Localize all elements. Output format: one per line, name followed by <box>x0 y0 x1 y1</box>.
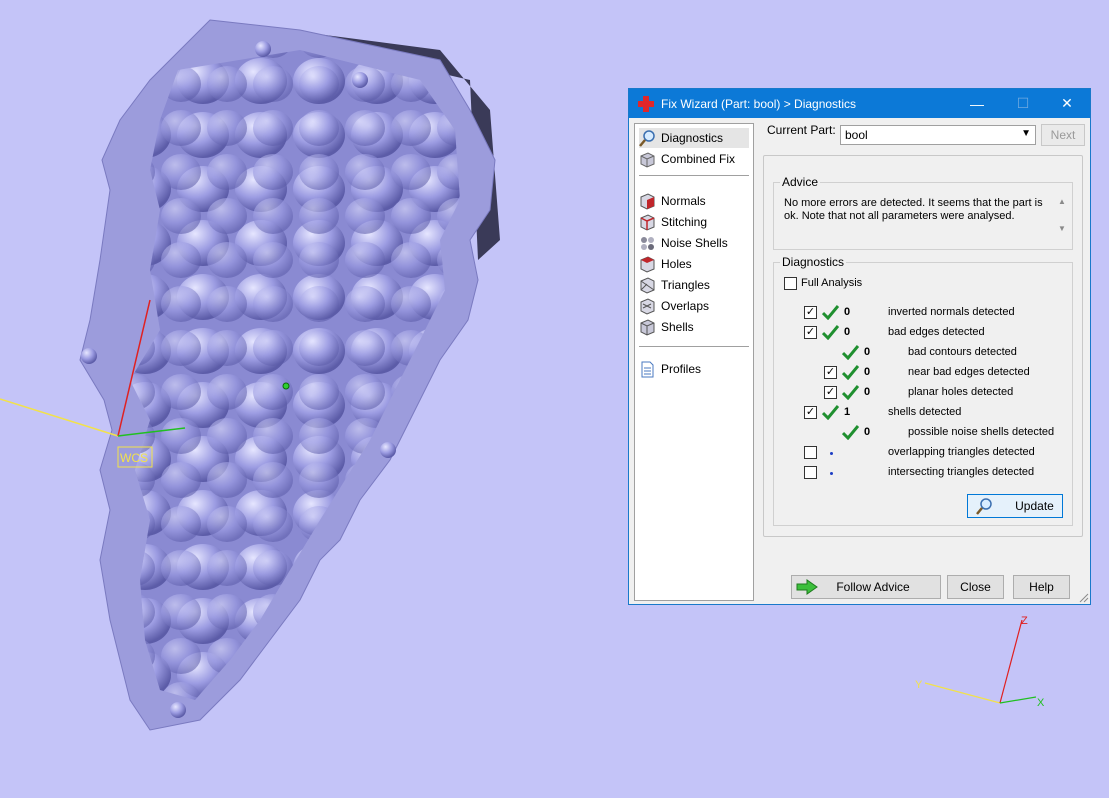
intersecting-triangles-label: intersecting triangles detected <box>888 466 1035 478</box>
nav-item-label: Normals <box>661 194 706 208</box>
close-button[interactable]: Close <box>947 575 1004 599</box>
inverted-normals-label: inverted normals detected <box>888 306 1015 318</box>
pending-dot-icon <box>830 452 833 455</box>
advice-text: No more errors are detected. It seems th… <box>784 197 1043 222</box>
bad-contours-label: bad contours detected <box>908 346 1017 358</box>
nav-item-noise-shells[interactable]: Noise Shells <box>639 233 749 253</box>
nav-item-label: Holes <box>661 257 692 271</box>
chevron-down-icon: ▼ <box>1021 128 1031 139</box>
close-window-button[interactable]: ✕ <box>1044 89 1090 118</box>
noise-shells-label: possible noise shells detected <box>908 426 1055 438</box>
nav-item-label: Shells <box>661 320 694 334</box>
current-part-select[interactable]: bool ▼ <box>840 125 1036 145</box>
check-icon <box>842 365 859 380</box>
update-button[interactable]: Update <box>967 494 1063 518</box>
nav-item-shells[interactable]: Shells <box>639 317 749 337</box>
red-cross-icon <box>638 95 654 112</box>
check-icon <box>842 345 859 360</box>
axis-y-label: Y <box>915 679 923 691</box>
inverted-normals-count: 0 <box>844 306 851 318</box>
check-icon <box>822 305 839 320</box>
nav-item-label: Diagnostics <box>661 131 724 145</box>
overlapping-triangles-label: overlapping triangles detected <box>888 446 1035 458</box>
diagnostics-panel: Advice No more errors are detected. It s… <box>763 155 1083 537</box>
nav-item-label: Overlaps <box>661 299 710 313</box>
shells-count: 1 <box>844 406 851 418</box>
check-icon <box>822 325 839 340</box>
nav-item-overlaps[interactable]: Overlaps <box>639 296 749 316</box>
bad-edges-checkbox[interactable]: ✓ <box>804 326 817 339</box>
follow-advice-label: Follow Advice <box>836 580 910 594</box>
nav-item-triangles[interactable]: Triangles <box>639 275 749 295</box>
resize-grip-icon[interactable] <box>1078 592 1089 603</box>
bad-edges-count: 0 <box>844 326 851 338</box>
shells-cube-icon <box>640 318 655 336</box>
noise-shells-icon <box>641 236 654 250</box>
holes-cube-icon <box>640 255 655 273</box>
nav-item-holes[interactable]: Holes <box>639 254 749 274</box>
update-label: Update <box>1015 499 1054 513</box>
fix-nav-list: Diagnostics Combined Fix Normals Stitchi… <box>634 123 754 601</box>
combined-fix-icon <box>640 151 655 168</box>
full-analysis-checkbox[interactable] <box>784 277 797 290</box>
advice-scrollbar[interactable]: ▲ ▼ <box>1056 197 1068 243</box>
follow-advice-button[interactable]: Follow Advice <box>791 575 941 599</box>
current-part-label: Current Part: <box>767 123 836 137</box>
check-icon <box>822 405 839 420</box>
magnifier-icon <box>976 497 992 515</box>
planar-holes-count: 0 <box>864 386 871 398</box>
advice-group: Advice No more errors are detected. It s… <box>773 175 1073 250</box>
nav-item-label: Noise Shells <box>661 236 728 250</box>
planar-holes-label: planar holes detected <box>908 386 1014 398</box>
near-bad-edges-checkbox[interactable]: ✓ <box>824 366 837 379</box>
diagnostics-legend: Diagnostics <box>780 255 847 269</box>
noise-shells-count: 0 <box>864 426 871 438</box>
near-bad-edges-count: 0 <box>864 366 871 378</box>
magnifier-icon <box>639 129 655 147</box>
pending-dot-icon <box>830 472 833 475</box>
nav-item-diagnostics[interactable]: Diagnostics <box>639 128 749 148</box>
inverted-normals-checkbox[interactable]: ✓ <box>804 306 817 319</box>
planar-holes-checkbox[interactable]: ✓ <box>824 386 837 399</box>
green-arrow-icon <box>796 579 818 595</box>
scroll-down-icon[interactable]: ▼ <box>1056 224 1068 233</box>
dialog-title: Fix Wizard (Part: bool) > Diagnostics <box>661 96 857 111</box>
shells-checkbox[interactable]: ✓ <box>804 406 817 419</box>
check-icon <box>842 425 859 440</box>
title-bar[interactable]: Fix Wizard (Part: bool) > Diagnostics — … <box>629 89 1090 118</box>
diagnostics-group: Diagnostics Full Analysis ✓ 0 inverted n… <box>773 255 1073 526</box>
help-button[interactable]: Help <box>1013 575 1070 599</box>
shells-label: shells detected <box>888 406 962 418</box>
axis-x-label: X <box>1037 697 1045 709</box>
wcs-label: WCS <box>120 451 148 465</box>
bad-contours-count: 0 <box>864 346 871 358</box>
nav-item-label: Triangles <box>661 278 710 292</box>
advice-legend: Advice <box>780 175 821 189</box>
nav-item-stitching[interactable]: Stitching <box>639 212 749 232</box>
fix-wizard-dialog: Fix Wizard (Part: bool) > Diagnostics — … <box>628 88 1091 605</box>
minimize-button[interactable]: — <box>954 89 1000 118</box>
nav-item-normals[interactable]: Normals <box>639 191 749 211</box>
scroll-up-icon[interactable]: ▲ <box>1056 197 1068 206</box>
near-bad-edges-label: near bad edges detected <box>908 366 1030 378</box>
full-analysis-label: Full Analysis <box>801 277 863 289</box>
maximize-button[interactable]: ☐ <box>1000 89 1046 118</box>
axis-z-label: Z <box>1021 615 1028 627</box>
nav-item-profiles[interactable]: Profiles <box>639 359 749 379</box>
stitching-cube-icon <box>640 213 655 231</box>
triangles-cube-icon <box>640 276 655 294</box>
nav-item-label: Combined Fix <box>661 152 736 166</box>
nav-item-label: Stitching <box>661 215 708 229</box>
check-icon <box>842 385 859 400</box>
nav-item-combined-fix[interactable]: Combined Fix <box>639 149 749 169</box>
intersecting-triangles-checkbox[interactable] <box>804 466 817 479</box>
overlapping-triangles-checkbox[interactable] <box>804 446 817 459</box>
nav-item-label: Profiles <box>661 362 702 376</box>
normals-cube-icon <box>640 192 655 210</box>
current-part-value: bool <box>845 128 868 142</box>
document-icon <box>641 361 654 377</box>
next-button[interactable]: Next <box>1041 124 1085 146</box>
overlaps-cube-icon <box>640 297 655 315</box>
bad-edges-label: bad edges detected <box>888 326 985 338</box>
